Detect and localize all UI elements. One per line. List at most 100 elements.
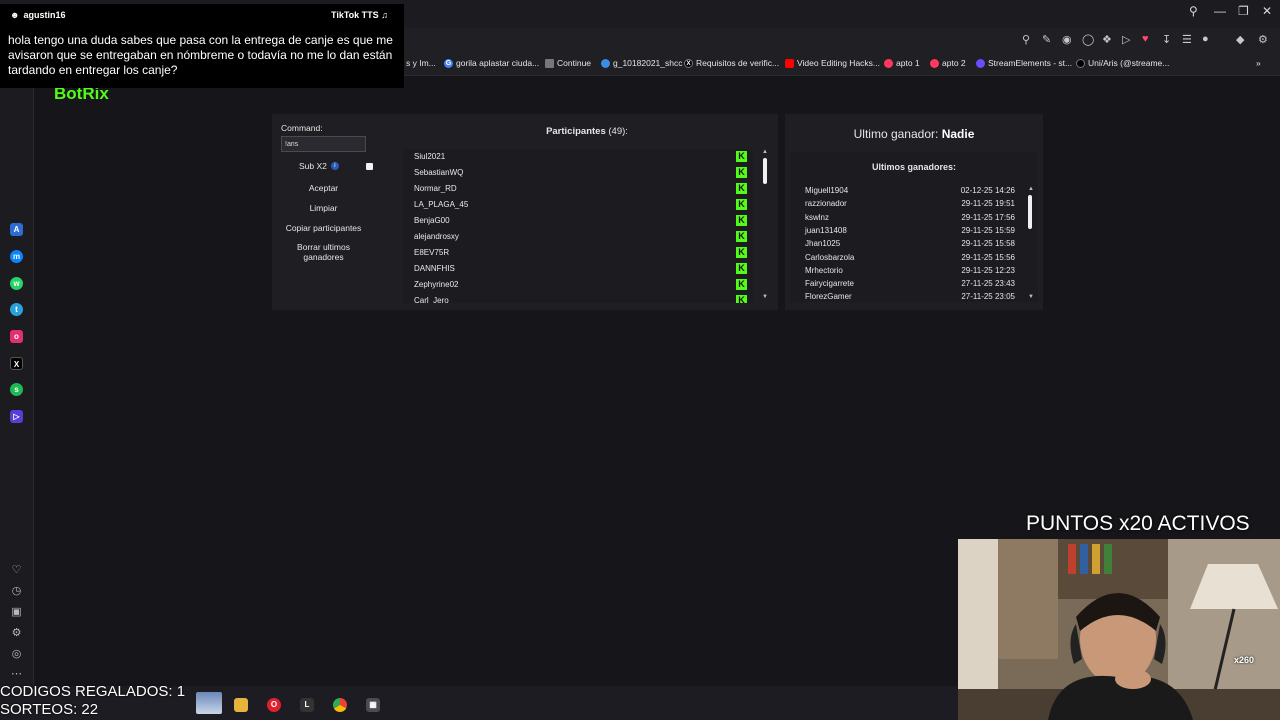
participant-row[interactable]: E8EV75R K	[403, 245, 753, 261]
menu-icon[interactable]: ☰	[1182, 33, 1192, 46]
minimize-icon[interactable]: —	[1214, 4, 1226, 18]
accept-button[interactable]: Aceptar	[281, 182, 366, 194]
command-label: Command:	[281, 123, 323, 133]
desktop-thumbnail-icon[interactable]	[196, 692, 222, 714]
x-icon[interactable]: X	[10, 357, 23, 370]
box-icon[interactable]: ▣	[10, 606, 23, 619]
scroll-up-icon[interactable]: ▲	[1028, 186, 1034, 192]
search-icon[interactable]: ⚲	[1022, 33, 1030, 46]
winners-scroll-thumb[interactable]	[1028, 195, 1032, 229]
bulb-icon[interactable]: ◎	[10, 648, 23, 661]
winner-name: FlorezGamer	[805, 292, 852, 302]
app-icon[interactable]: L	[300, 698, 314, 712]
bookmark-item[interactable]: Uni/Aris (@streame...	[1076, 58, 1169, 68]
winner-row[interactable]: juan131408 29-11-25 15:59	[805, 226, 1015, 239]
participant-row[interactable]: LA_PLAGA_45 K	[403, 197, 753, 213]
bookmark-item[interactable]: g_10182021_shcc	[601, 58, 682, 68]
winner-name: kswlnz	[805, 212, 830, 222]
camera-icon[interactable]: ◉	[1062, 33, 1072, 46]
sub-x2-checkbox[interactable]	[366, 163, 373, 170]
webcam-feed: x260	[958, 539, 1280, 720]
kick-icon: K	[736, 151, 747, 162]
instagram-icon[interactable]: o	[10, 330, 23, 343]
shield-icon[interactable]: ◯	[1082, 33, 1094, 46]
youtube-icon	[785, 58, 794, 68]
kick-icon: K	[736, 247, 747, 258]
winner-row[interactable]: Fairycigarrete 27-11-25 23:43	[805, 279, 1015, 292]
settings-icon[interactable]: ⚙	[1258, 33, 1268, 46]
participant-row[interactable]: Normar_RD K	[403, 181, 753, 197]
aria-icon[interactable]: A	[10, 223, 23, 236]
profile-icon[interactable]: ●	[1202, 33, 1209, 45]
winner-date: 29-11-25 15:58	[961, 239, 1015, 249]
kick-icon: K	[736, 199, 747, 210]
participants-label: Participantes	[546, 126, 606, 137]
edit-icon[interactable]: ✎	[1042, 33, 1051, 46]
last-winner-value: Nadie	[941, 127, 975, 141]
participant-name: DANNFHIS	[414, 264, 455, 273]
heart-outline-icon[interactable]: ♡	[10, 564, 23, 577]
winner-date: 29-11-25 15:59	[961, 225, 1015, 235]
extension-icon[interactable]: ◆	[1236, 33, 1244, 46]
scroll-up-icon[interactable]: ▲	[762, 149, 768, 155]
scroll-down-icon[interactable]: ▼	[762, 294, 768, 300]
winner-row[interactable]: razzionador 29-11-25 19:51	[805, 199, 1015, 212]
delete-winners-button[interactable]: Borrar ultimos ganadores	[281, 241, 366, 263]
winner-name: Carlosbarzola	[805, 252, 855, 262]
bookmark-item[interactable]: s y Im...	[406, 58, 436, 68]
participants-list[interactable]: Siul2021 K SebastianWQ K Normar_RD K LA_PLAGA_…	[403, 149, 753, 303]
bookmark-item[interactable]: Video Editing Hacks...	[785, 58, 880, 68]
download-icon[interactable]: ↧	[1162, 33, 1171, 46]
calendar-icon[interactable]: ▦	[366, 698, 380, 712]
messenger-icon[interactable]: m	[10, 250, 23, 263]
participant-row[interactable]: Zephyrine02 K	[403, 277, 753, 293]
bookmark-item[interactable]: apto 1	[884, 58, 920, 68]
tiktok-icon	[1076, 58, 1085, 68]
bookmark-item[interactable]: Continue	[545, 58, 591, 68]
scroll-down-icon[interactable]: ▼	[1028, 294, 1034, 300]
last-winner-label: Ultimo ganador:	[853, 127, 939, 141]
winner-row[interactable]: Mrhectorio 29-11-25 12:23	[805, 266, 1015, 279]
restore-icon[interactable]: ❐	[1238, 4, 1249, 18]
participant-row[interactable]: Carl_Jero K	[403, 293, 753, 303]
bookmark-item[interactable]: apto 2	[930, 58, 966, 68]
bookmark-item[interactable]: Ggorila aplastar ciuda...	[444, 58, 539, 68]
info-icon[interactable]: i	[330, 162, 339, 170]
spotify-icon[interactable]: s	[10, 383, 23, 396]
participant-row[interactable]: alejandrosxy K	[403, 229, 753, 245]
winner-row[interactable]: Carlosbarzola 29-11-25 15:56	[805, 253, 1015, 266]
folder-icon[interactable]	[234, 698, 248, 712]
opera-icon[interactable]: O	[267, 698, 281, 712]
participants-scroll-thumb[interactable]	[763, 158, 767, 184]
participant-row[interactable]: Siul2021 K	[403, 149, 753, 165]
winner-row[interactable]: Miguell1904 02-12-25 14:26	[805, 186, 1015, 199]
participant-name: LA_PLAGA_45	[414, 200, 469, 209]
heart-icon[interactable]: ♥	[1142, 33, 1149, 45]
settings-icon[interactable]: ⚙	[10, 627, 23, 640]
bookmark-item[interactable]: X Requisitos de verific...	[684, 58, 779, 68]
vpn-icon[interactable]: ❖	[1102, 33, 1112, 46]
telegram-icon[interactable]: t	[10, 303, 23, 316]
command-input[interactable]	[281, 136, 366, 152]
clear-button[interactable]: Limpiar	[281, 202, 366, 214]
player-icon[interactable]: ▷	[10, 410, 23, 423]
winner-row[interactable]: kswlnz 29-11-25 17:56	[805, 213, 1015, 226]
participant-row[interactable]: DANNFHIS K	[403, 261, 753, 277]
copy-participants-button[interactable]: Copiar participantes	[281, 222, 366, 234]
winner-row[interactable]: FlorezGamer 27-11-25 23:05	[805, 292, 1015, 305]
play-icon[interactable]: ▷	[1122, 33, 1130, 46]
tts-message: hola tengo una duda sabes que pasa con l…	[8, 33, 393, 77]
participant-row[interactable]: BenjaG00 K	[403, 213, 753, 229]
participant-row[interactable]: SebastianWQ K	[403, 165, 753, 181]
whatsapp-icon[interactable]: w	[10, 277, 23, 290]
winner-row[interactable]: Jhan1025 29-11-25 15:58	[805, 239, 1015, 252]
search-icon[interactable]: ⚲	[1189, 4, 1198, 18]
bookmark-item[interactable]: StreamElements - st...	[976, 58, 1072, 68]
more-bookmarks-icon[interactable]: »	[1256, 58, 1261, 68]
history-icon[interactable]: ◷	[10, 585, 23, 598]
winner-date: 29-11-25 17:56	[961, 212, 1015, 222]
chrome-icon[interactable]	[333, 698, 347, 712]
close-icon[interactable]: ✕	[1262, 4, 1272, 18]
more-icon[interactable]: ⋯	[10, 668, 23, 681]
participant-name: Normar_RD	[414, 184, 457, 193]
